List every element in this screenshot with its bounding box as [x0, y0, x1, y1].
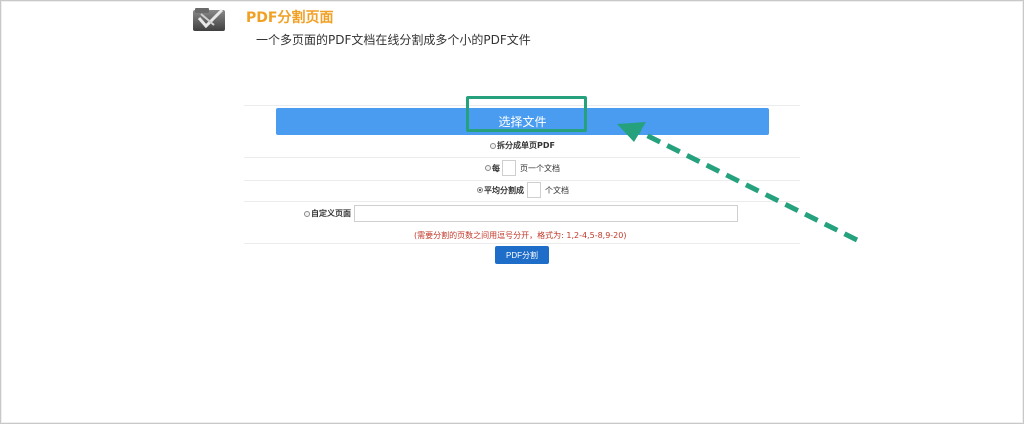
average-count-input[interactable]	[527, 182, 541, 198]
page-title: PDF分割页面	[246, 10, 334, 26]
divider	[244, 180, 800, 181]
option-custom-label: 自定义页面	[311, 209, 351, 218]
option-single-page-label: 拆分成单页PDF	[497, 141, 555, 150]
divider	[244, 105, 800, 106]
radio-average-split[interactable]	[477, 187, 483, 193]
divider	[244, 201, 800, 202]
page-subtitle: 一个多页面的PDF文档在线分割成多个小的PDF文件	[256, 33, 531, 47]
every-pages-input[interactable]	[502, 160, 516, 176]
option-average-suffix: 个文档	[545, 185, 569, 195]
option-every-n-pages[interactable]: 每 页一个文档	[485, 160, 560, 176]
choose-file-button[interactable]: 选择文件	[276, 108, 769, 135]
option-every-prefix: 每	[492, 163, 500, 173]
radio-every-n-pages[interactable]	[485, 165, 491, 171]
divider	[244, 243, 800, 244]
custom-pages-input[interactable]	[354, 205, 738, 222]
radio-custom-pages[interactable]	[304, 210, 310, 217]
option-single-page[interactable]: 拆分成单页PDF	[490, 140, 555, 151]
option-average-prefix: 平均分割成	[484, 185, 524, 195]
pdf-split-icon	[193, 8, 225, 31]
option-custom-pages[interactable]: 自定义页面	[304, 208, 351, 219]
format-hint: (需要分割的页数之间用逗号分开，格式为: 1,2-4,5-8,9-20)	[414, 231, 627, 240]
pdf-split-button[interactable]: PDF分割	[495, 246, 549, 264]
radio-single-page[interactable]	[490, 142, 496, 149]
option-average-split[interactable]: 平均分割成 个文档	[477, 182, 569, 198]
divider	[244, 157, 800, 158]
option-every-suffix: 页一个文档	[520, 163, 560, 173]
